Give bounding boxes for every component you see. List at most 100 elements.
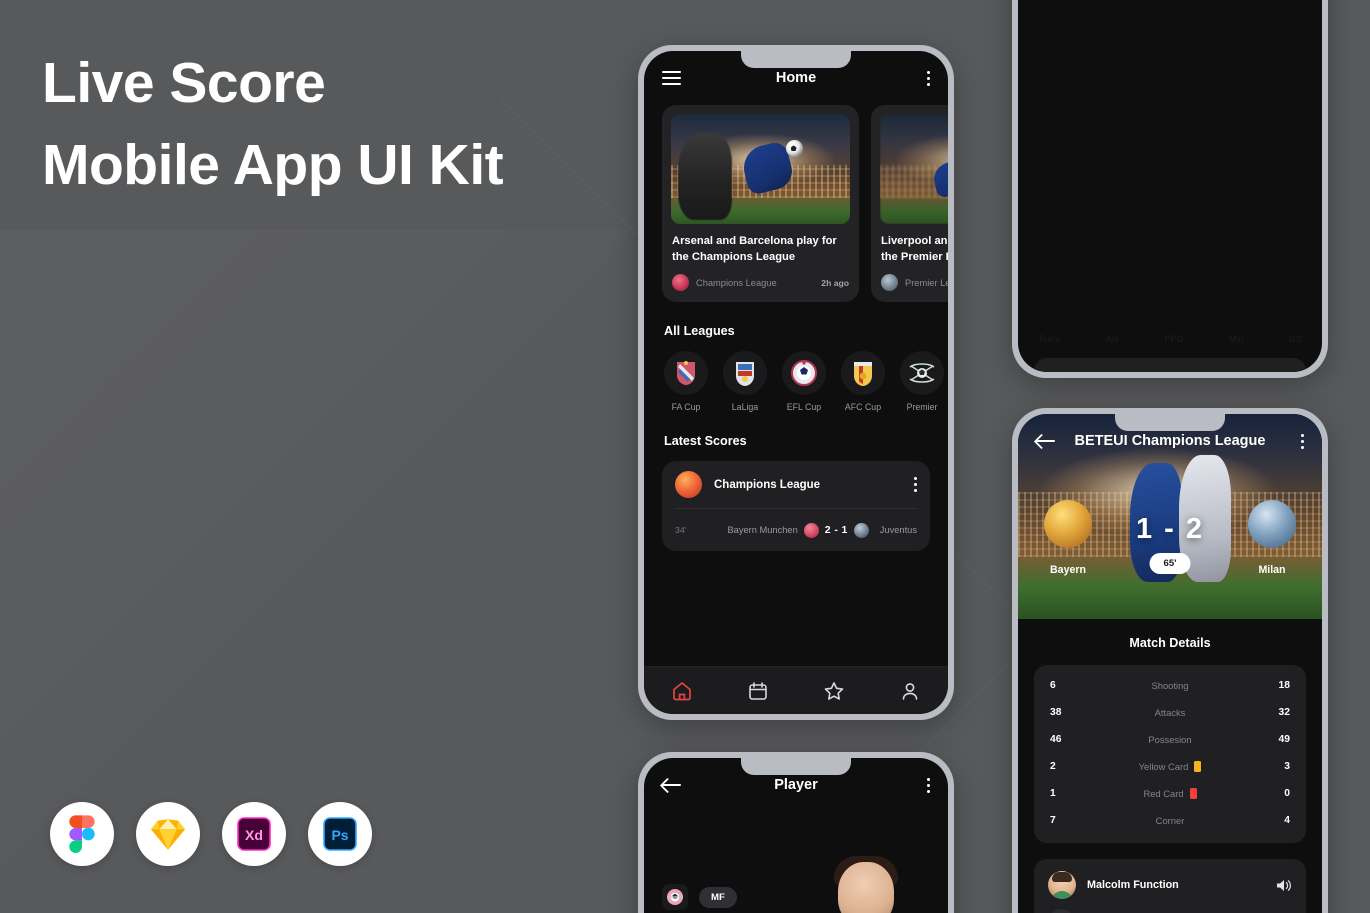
bottom-tab-bar bbox=[644, 666, 948, 714]
kebab-menu-icon[interactable] bbox=[927, 70, 930, 86]
home-stat-value: 6 bbox=[1050, 680, 1056, 691]
table-row: 7 Corner 4 bbox=[1050, 807, 1290, 834]
player-photo bbox=[810, 856, 926, 913]
phone-mockup-home: Home Arsenal and Barcelona play for the … bbox=[638, 45, 954, 720]
league-item-laliga[interactable]: LaLiga bbox=[723, 351, 767, 412]
stat-label: Attacks bbox=[1154, 707, 1186, 718]
hamburger-icon[interactable] bbox=[662, 70, 681, 86]
svg-text:Ps: Ps bbox=[331, 827, 348, 843]
league-item-efl-cup[interactable]: EFL Cup bbox=[782, 351, 826, 412]
stat-label: Shooting bbox=[1151, 680, 1189, 691]
news-title: Liverpool and Chelsea play for the Premi… bbox=[881, 235, 948, 263]
phone-mockup-stats: Team Ast PPG Min GS Muscle tear Integer … bbox=[1012, 0, 1328, 378]
title-line-2: Mobile App UI Kit bbox=[42, 133, 504, 197]
sketch-icon[interactable] bbox=[136, 802, 200, 866]
home-stat-value: 1 bbox=[1050, 788, 1056, 799]
tab-favorites-icon[interactable] bbox=[823, 680, 845, 702]
news-timestamp: 2h ago bbox=[821, 277, 849, 288]
match-details-heading: Match Details bbox=[1129, 636, 1211, 650]
league-label: EFL Cup bbox=[786, 402, 822, 412]
league-item-afc-cup[interactable]: AFC Cup bbox=[841, 351, 885, 412]
back-arrow-icon[interactable] bbox=[662, 777, 682, 793]
away-stat-value: 32 bbox=[1278, 707, 1290, 718]
away-stat-value: 3 bbox=[1284, 761, 1290, 772]
away-stat-value: 0 bbox=[1284, 788, 1290, 799]
news-card[interactable]: Arsenal and Barcelona play for the Champ… bbox=[662, 105, 859, 302]
efl-cup-crest-icon bbox=[782, 351, 826, 395]
news-title: Arsenal and Barcelona play for the Champ… bbox=[672, 235, 837, 263]
league-list: FA Cup LaLiga EFL Cup AFC Cup Premier bbox=[644, 338, 948, 412]
page-title: BETEUI Champions League bbox=[1074, 433, 1266, 449]
yellow-card-icon bbox=[1194, 761, 1202, 772]
tab-home-icon[interactable] bbox=[671, 680, 693, 702]
avatar bbox=[1048, 871, 1076, 899]
tab-calendar-icon[interactable] bbox=[747, 680, 769, 702]
commentator-name: Malcolm Function bbox=[1087, 879, 1179, 891]
phone-mockup-player: Player MF bbox=[638, 752, 954, 913]
adobe-xd-icon[interactable]: Xd bbox=[222, 802, 286, 866]
figma-icon[interactable] bbox=[50, 802, 114, 866]
away-team-label: Juventus bbox=[879, 525, 917, 535]
milan-crest-icon bbox=[1248, 500, 1296, 548]
news-card[interactable]: Liverpool and Chelsea play for the Premi… bbox=[871, 105, 948, 302]
laliga-crest-icon bbox=[723, 351, 767, 395]
away-team-block: Milan bbox=[1236, 500, 1308, 576]
play-icon[interactable] bbox=[1048, 909, 1074, 913]
kebab-menu-icon[interactable] bbox=[927, 777, 930, 793]
afc-cup-crest-icon bbox=[841, 351, 885, 395]
commentary-card[interactable]: Malcolm Function 01:42 bbox=[1034, 859, 1306, 913]
speaker-icon[interactable] bbox=[1275, 878, 1292, 893]
ghost-cell: Team bbox=[1038, 334, 1061, 344]
home-team-name: Bayern bbox=[1050, 564, 1086, 576]
news-carousel[interactable]: Arsenal and Barcelona play for the Champ… bbox=[644, 105, 948, 302]
match-hero: BETEUI Champions League Bayern 1 - 2 Mil… bbox=[1018, 414, 1322, 619]
ghost-cell: PPG bbox=[1164, 334, 1184, 344]
tab-profile-icon[interactable] bbox=[899, 680, 921, 702]
away-team-crest-icon bbox=[853, 522, 869, 538]
kebab-menu-icon[interactable] bbox=[914, 477, 917, 492]
fa-cup-crest-icon bbox=[664, 351, 708, 395]
stat-label: Possesion bbox=[1148, 734, 1192, 745]
home-stat-value: 38 bbox=[1050, 707, 1062, 718]
home-stat-value: 46 bbox=[1050, 734, 1062, 745]
player-position-badge: MF bbox=[699, 886, 737, 908]
away-team-name: Milan bbox=[1258, 564, 1286, 576]
stat-label: Corner bbox=[1155, 815, 1185, 826]
stat-label: Red Card bbox=[1143, 788, 1184, 799]
phone-notch bbox=[741, 51, 851, 68]
injury-card[interactable]: Muscle tear Integer nec est at ipsum sus… bbox=[1034, 358, 1306, 372]
match-minute: 34' bbox=[675, 525, 687, 535]
svg-text:Xd: Xd bbox=[245, 827, 263, 843]
league-item-fa-cup[interactable]: FA Cup bbox=[664, 351, 708, 412]
league-label: AFC Cup bbox=[844, 402, 882, 412]
premier-crest-icon bbox=[900, 351, 944, 395]
latest-score-card[interactable]: Champions League 34' Bayern Munchen 2 - … bbox=[662, 461, 930, 551]
league-badge-icon bbox=[672, 274, 689, 291]
kebab-menu-icon[interactable] bbox=[1301, 433, 1304, 449]
league-badge-icon bbox=[881, 274, 898, 291]
away-stat-value: 4 bbox=[1284, 815, 1290, 826]
all-leagues-heading: All Leagues bbox=[664, 324, 735, 338]
photoshop-icon[interactable]: Ps bbox=[308, 802, 372, 866]
ghost-cell: Min bbox=[1228, 334, 1244, 344]
bayern-crest-icon bbox=[1044, 500, 1092, 548]
ghost-cell: GS bbox=[1288, 334, 1302, 344]
away-stat-value: 49 bbox=[1278, 734, 1290, 745]
score-row: 34' Bayern Munchen 2 - 1 Juventus bbox=[675, 509, 917, 551]
league-label: FA Cup bbox=[671, 402, 701, 412]
back-arrow-icon[interactable] bbox=[1036, 433, 1056, 449]
table-row: 46 Possesion 49 bbox=[1050, 726, 1290, 753]
phone-notch bbox=[741, 758, 851, 775]
page-title: Live Score Mobile App UI Kit bbox=[42, 42, 642, 206]
away-stat-value: 18 bbox=[1278, 680, 1290, 691]
ghost-cell: Ast bbox=[1105, 334, 1119, 344]
table-row: 1 Red Card 0 bbox=[1050, 780, 1290, 807]
injury-icon bbox=[1047, 371, 1076, 372]
news-image bbox=[671, 114, 850, 224]
table-row: 6 Shooting 18 bbox=[1050, 672, 1290, 699]
league-label: LaLiga bbox=[731, 402, 759, 412]
match-minute-badge: 65' bbox=[1149, 553, 1191, 574]
match-score: 2 - 1 bbox=[824, 524, 848, 536]
league-item-premier[interactable]: Premier bbox=[900, 351, 944, 412]
ghost-stats-row: Team Ast PPG Min GS bbox=[1034, 334, 1306, 344]
